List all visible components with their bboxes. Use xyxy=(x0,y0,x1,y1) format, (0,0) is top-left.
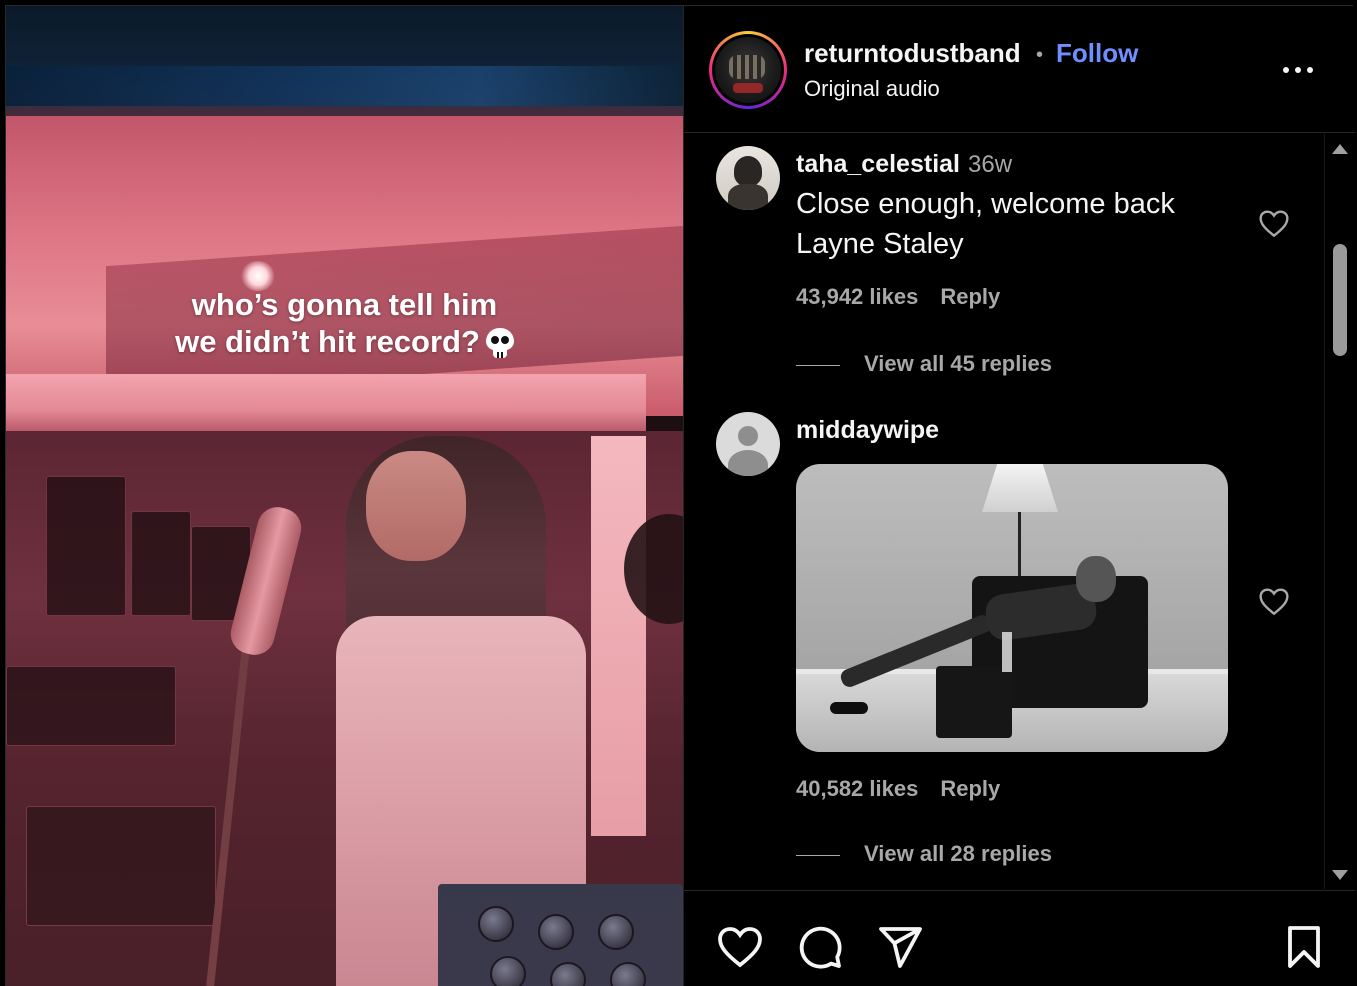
author-username[interactable]: returntodustband xyxy=(804,38,1021,69)
follow-button[interactable]: Follow xyxy=(1056,38,1138,69)
heart-icon[interactable] xyxy=(1258,208,1290,238)
comment-text: Close enough, welcome back Layne Staley xyxy=(796,188,1175,260)
caption-line-2: we didn’t hit record? xyxy=(6,323,683,360)
bookmark-icon[interactable] xyxy=(1280,923,1328,971)
comment-icon[interactable] xyxy=(796,923,844,971)
likes-count[interactable]: 40,582 likes xyxy=(796,776,918,801)
default-avatar[interactable] xyxy=(716,412,780,476)
skull-icon xyxy=(485,328,514,358)
share-icon[interactable] xyxy=(876,923,924,971)
profile-avatar[interactable] xyxy=(709,31,787,109)
gif-image[interactable] xyxy=(796,464,1228,752)
comment-username[interactable]: middaywipe xyxy=(796,416,939,445)
comments-list: taha_celestial 36w Close enough, welcome … xyxy=(684,134,1324,889)
likes-count[interactable]: 43,942 likes xyxy=(796,284,918,309)
scroll-thumb[interactable] xyxy=(1333,244,1347,356)
caption-line-1: who’s gonna tell him xyxy=(191,287,498,322)
video-caption: who’s gonna tell him we didn’t hit recor… xyxy=(6,286,683,360)
more-options-icon[interactable] xyxy=(1280,58,1316,82)
view-replies-button[interactable]: View all 45 replies xyxy=(796,351,1052,377)
comment-time: 36w xyxy=(968,151,1013,178)
post-dialog: who’s gonna tell him we didn’t hit recor… xyxy=(5,5,1355,986)
comments-panel: returntodustband • Follow Original audio… xyxy=(683,6,1355,986)
heart-icon[interactable] xyxy=(716,923,764,971)
reply-button[interactable]: Reply xyxy=(940,284,1000,309)
original-audio-link[interactable]: Original audio xyxy=(804,76,940,102)
heart-icon[interactable] xyxy=(1258,586,1290,616)
reply-button[interactable]: Reply xyxy=(940,776,1000,801)
reel-video[interactable]: who’s gonna tell him we didn’t hit recor… xyxy=(6,6,683,986)
scroll-down-arrow-icon[interactable] xyxy=(1332,870,1348,880)
comment-meta: 40,582 likes Reply xyxy=(796,776,1000,802)
user-photo-avatar[interactable] xyxy=(716,146,780,210)
band-photo-avatar xyxy=(715,37,781,103)
scroll-up-arrow-icon[interactable] xyxy=(1332,144,1348,154)
comments-scrollbar[interactable] xyxy=(1324,134,1355,889)
separator-dot: • xyxy=(1036,44,1044,66)
comment-username[interactable]: taha_celestial 36w xyxy=(796,150,1012,179)
comment-meta: 43,942 likes Reply xyxy=(796,284,1000,310)
post-actions xyxy=(684,890,1355,986)
view-replies-button[interactable]: View all 28 replies xyxy=(796,841,1052,867)
post-header: returntodustband • Follow Original audio xyxy=(684,6,1355,133)
